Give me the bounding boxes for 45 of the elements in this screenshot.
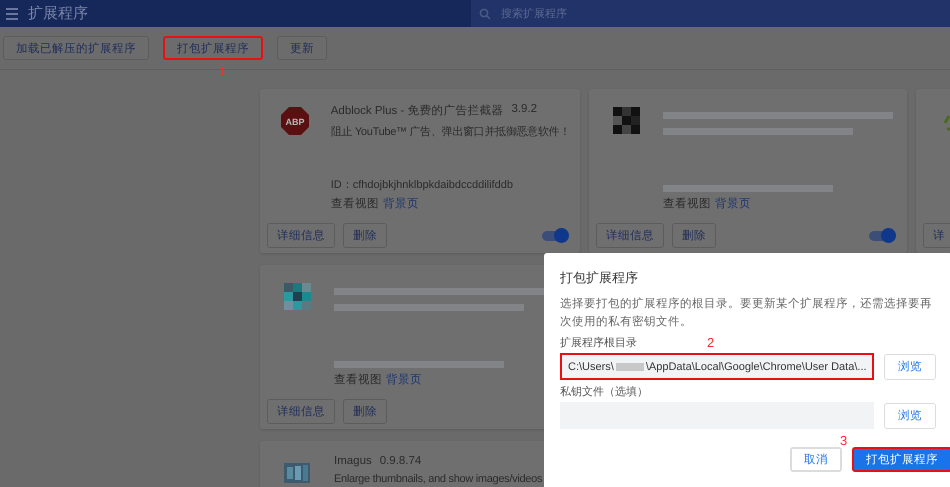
callout-number: 3: [840, 433, 848, 448]
inspect-views-label: 查看视图: [334, 372, 382, 387]
toolbar-button[interactable]: 加载已解压的扩展程序: [3, 36, 149, 60]
toolbar-button[interactable]: 打包扩展程序: [163, 36, 263, 60]
toggle-switch[interactable]: [869, 230, 893, 240]
remove-button[interactable]: 删除: [343, 223, 387, 248]
menu-icon[interactable]: [6, 8, 18, 20]
search-icon: [479, 8, 491, 20]
toggle-switch[interactable]: [542, 230, 566, 240]
details-button[interactable]: 详细信息: [267, 399, 335, 424]
background-page-link[interactable]: 背景页: [386, 372, 422, 387]
dialog-title: 打包扩展程序: [560, 269, 639, 287]
details-button[interactable]: 详: [923, 223, 950, 248]
page-title: 扩展程序: [28, 4, 89, 23]
field-label: 私钥文件（选填）: [560, 384, 648, 399]
pack-button[interactable]: 打包扩展程序: [852, 447, 950, 472]
dialog-description: 选择要打包的扩展程序的根目录。要更新某个扩展程序，还需选择要再次使用的私有密钥文件。: [560, 296, 933, 330]
extension-name: Adblock Plus - 免费的广告拦截器: [330, 103, 504, 118]
field-label: 扩展程序根目录: [560, 336, 637, 350]
extension-description: 阻止 YouTube™ 广告、弹出窗口并抵御恶意软件！: [330, 124, 570, 139]
icon-label: ABP: [286, 117, 305, 127]
background-page-link[interactable]: 背景页: [382, 196, 419, 211]
field-value: C:\Users\: [568, 360, 614, 372]
callout-number: 2: [707, 335, 714, 350]
toolbar-button[interactable]: 更新: [277, 36, 327, 60]
pixelated-icon: [284, 283, 310, 310]
browse-button[interactable]: 浏览: [884, 402, 936, 428]
remove-button[interactable]: 删除: [343, 399, 387, 424]
background-page-link[interactable]: 背景页: [715, 196, 751, 211]
pixelated-icon: [612, 107, 640, 134]
field-value: \AppData\Local\Google\Chrome\User Data\...: [646, 360, 867, 372]
inspect-views-label: 查看视图: [330, 196, 379, 211]
extension-version: 0.9.8.74: [380, 455, 422, 467]
extension-id: ID：cfhdojbkjhnklbpkdaibdccddilifddb: [330, 178, 514, 192]
extension-name: Imagus: [334, 455, 372, 467]
extension-description: Enlarge thumbnails, and show images/videos: [334, 473, 544, 485]
inspect-views-label: 查看视图: [663, 196, 711, 211]
extension-version: 3.9.2: [511, 103, 538, 117]
browse-button[interactable]: 浏览: [884, 354, 936, 380]
cancel-button[interactable]: 取消: [790, 447, 842, 472]
path-field[interactable]: C:\Users\ \AppData\Local\Google\Chrome\User Data\...: [560, 353, 874, 380]
callout-number: 1: [219, 64, 226, 79]
details-button[interactable]: 详细信息: [596, 223, 664, 248]
details-button[interactable]: 详细信息: [267, 223, 335, 248]
remove-button[interactable]: 删除: [672, 223, 716, 248]
